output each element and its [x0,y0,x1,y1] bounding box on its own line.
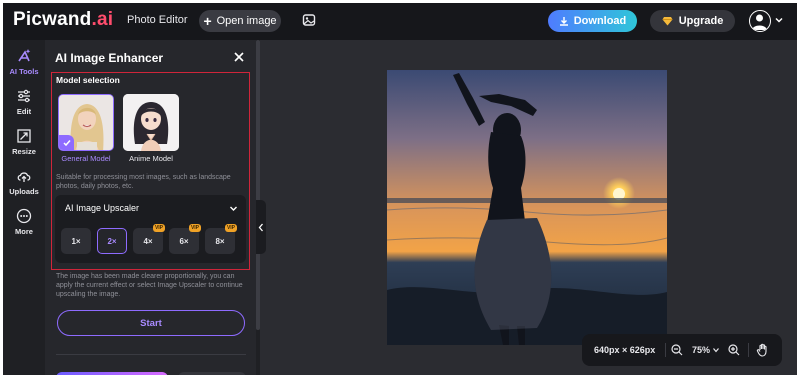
user-avatar[interactable] [749,10,771,32]
more-icon [16,208,32,224]
rail-item-ai-tools[interactable]: AI Tools [3,48,45,76]
vip-badge: VIP [224,224,237,232]
tool-rail: AI Tools Edit Resize Uploads More [3,40,45,375]
vip-badge: VIP [188,224,201,232]
upscale-note: The image has been made clearer proporti… [56,273,243,298]
zoom-level[interactable]: 75% [692,345,710,355]
scale-label: 2× [107,236,117,246]
download-button[interactable]: Download [548,10,637,32]
photo-editor-link[interactable]: Photo Editor [127,14,188,26]
rail-item-edit[interactable]: Edit [3,88,45,116]
rail-label: AI Tools [9,67,39,76]
selected-check-icon [59,135,74,150]
download-label: Download [573,15,627,27]
image-dimensions: 640px × 626px [594,345,656,355]
image-upscaler-section: AI Image Upscaler 1× 2× 4× VIP 6× VIP 8×… [55,195,246,263]
scale-label: 8× [215,236,225,246]
download-icon [559,17,568,26]
scale-label: 4× [143,236,153,246]
anime-model-thumbnail [123,94,179,151]
rail-label: Edit [16,107,32,116]
enhancer-panel: AI Image Enhancer Model selection Genera… [45,40,256,375]
scale-8x-button[interactable]: 8× VIP [205,224,237,254]
scale-label: 6× [179,236,189,246]
resize-icon [17,129,31,143]
canvas-image[interactable] [387,70,667,345]
rail-item-more[interactable]: More [3,208,45,236]
chevron-left-icon [258,223,263,231]
vip-badge: VIP [152,224,165,232]
scroll-thumb[interactable] [256,40,260,330]
rail-item-resize[interactable]: Resize [3,128,45,156]
scale-label: 1× [71,236,81,246]
open-image-button[interactable]: + Open image [199,10,281,32]
logo-suffix: .ai [91,9,114,30]
user-icon [752,14,767,30]
divider [56,354,246,355]
general-model-label[interactable]: General Model [51,154,121,163]
logo[interactable]: Picwand.ai [13,9,113,31]
image-history-icon[interactable] [302,13,316,27]
hand-pan-icon[interactable] [756,343,770,357]
zoom-toolbar: 640px × 626px 75% [582,334,782,366]
rail-label: Resize [12,147,36,156]
rail-label: More [15,227,33,236]
anime-model-card[interactable] [123,94,179,151]
anime-model-label[interactable]: Anime Model [116,154,186,163]
panel-title: AI Image Enhancer [55,51,164,65]
chevron-down-icon[interactable] [774,15,784,25]
chevron-down-icon[interactable] [712,346,720,354]
logo-text: Picwand [13,9,92,30]
top-bar: Picwand.ai Photo Editor + Open image Dow… [3,3,797,40]
zoom-in-icon[interactable] [728,344,740,356]
open-image-label: Open image [216,15,277,27]
ai-tools-icon [18,49,31,62]
rail-label: Uploads [9,187,39,196]
collapse-panel-button[interactable] [256,200,266,254]
scale-4x-button[interactable]: 4× VIP [133,224,165,254]
start-button[interactable]: Start [57,310,245,336]
upgrade-label: Upgrade [678,15,724,27]
divider [665,343,666,357]
general-model-card[interactable] [58,94,114,151]
sliders-icon [18,89,30,103]
secondary-button[interactable] [178,372,246,375]
upscaler-title[interactable]: AI Image Upscaler [65,203,139,213]
close-icon[interactable] [234,52,244,62]
diamond-icon [662,17,673,26]
model-selection-label: Model selection [56,75,120,85]
divider [748,343,749,357]
chevron-down-icon[interactable] [229,204,238,213]
plus-icon: + [203,13,212,29]
scale-2x-button[interactable]: 2× [97,228,127,254]
upload-cloud-icon [17,172,31,182]
zoom-out-icon[interactable] [671,344,683,356]
upgrade-button[interactable]: Upgrade [650,10,735,32]
model-description: Suitable for processing most images, suc… [56,174,231,190]
app-window: Picwand.ai Photo Editor + Open image Dow… [3,3,797,375]
scale-1x-button[interactable]: 1× [61,228,91,254]
apply-button[interactable] [56,372,168,375]
rail-item-uploads[interactable]: Uploads [3,168,45,196]
scale-6x-button[interactable]: 6× VIP [169,224,201,254]
